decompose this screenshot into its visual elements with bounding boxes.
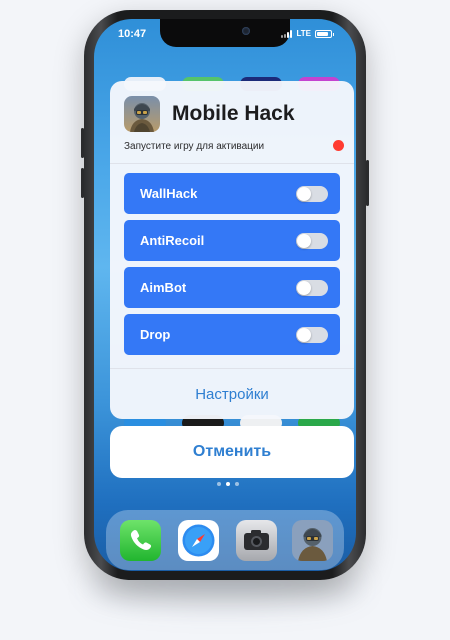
volume-up-button <box>81 128 84 158</box>
status-indicators: LTE <box>281 29 334 38</box>
game-icon[interactable] <box>292 520 333 561</box>
front-camera <box>242 27 250 35</box>
network-type: LTE <box>296 29 311 38</box>
phone-screen: 10:47 LTE Mobile Hack Запустите игру для… <box>94 19 356 571</box>
toggle-row-drop[interactable]: Drop <box>124 314 340 355</box>
status-time: 10:47 <box>118 28 147 40</box>
panel-title: Mobile Hack <box>172 102 295 125</box>
activation-hint: Запустите игру для активации <box>124 141 265 152</box>
antirecoil-switch[interactable] <box>296 232 328 249</box>
toggle-label: AimBot <box>140 280 187 295</box>
notch <box>160 19 290 47</box>
toggle-row-wallhack[interactable]: WallHack <box>124 173 340 214</box>
toggle-label: Drop <box>140 327 171 342</box>
toggle-row-antirecoil[interactable]: AntiRecoil <box>124 220 340 261</box>
page-dot <box>235 482 239 486</box>
power-button <box>366 160 369 206</box>
volume-down-button <box>81 168 84 198</box>
aimbot-switch[interactable] <box>296 279 328 296</box>
toggle-label: WallHack <box>140 186 198 201</box>
drop-switch[interactable] <box>296 326 328 343</box>
settings-button[interactable]: Настройки <box>110 369 354 419</box>
battery-icon <box>315 29 334 38</box>
wallhack-switch[interactable] <box>296 185 328 202</box>
page-dot <box>217 482 221 486</box>
page-dot-active <box>226 482 230 486</box>
page-indicator <box>217 482 239 486</box>
game-character-icon <box>124 96 160 132</box>
signal-icon <box>281 29 293 38</box>
hack-menu-panel: Mobile Hack Запустите игру для активации… <box>110 81 354 419</box>
cancel-button[interactable]: Отменить <box>110 426 354 478</box>
toggle-label: AntiRecoil <box>140 233 205 248</box>
dock <box>106 510 344 570</box>
safari-icon[interactable] <box>178 520 219 561</box>
divider <box>110 163 354 164</box>
camera-icon[interactable] <box>236 520 277 561</box>
phone-frame: 10:47 LTE Mobile Hack Запустите игру для… <box>81 10 369 580</box>
toggle-row-aimbot[interactable]: AimBot <box>124 267 340 308</box>
status-indicator-dot <box>333 140 344 151</box>
phone-icon[interactable] <box>120 520 161 561</box>
